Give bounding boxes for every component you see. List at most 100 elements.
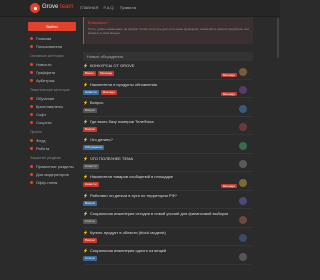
- post-tag[interactable]: Message: [100, 89, 117, 95]
- post-tag[interactable]: Новости: [83, 89, 99, 95]
- sidebar-item-arbitrage[interactable]: Арбитраж: [28, 76, 76, 84]
- news-icon: [30, 62, 33, 66]
- sidebar-item-offtopic[interactable]: Офф-топик: [28, 178, 76, 186]
- section-heading: Тематические категории: [30, 88, 70, 92]
- avatar[interactable]: [239, 123, 247, 132]
- post-row[interactable]: ⚡ Накопители и продукты обновления Новости…: [83, 80, 253, 98]
- post-row[interactable]: ⚡ Социальная инженерия одного из вещей Ста…: [83, 246, 253, 265]
- post-row[interactable]: ⚡ ЧТО ПОЛЕЗНЕЕ ТЕМА Новости: [83, 154, 253, 172]
- sidebar-item-private[interactable]: Приватные разделы: [28, 162, 76, 170]
- post-title-text: Накопители товаров сообщений в площадке: [89, 174, 173, 179]
- post-row[interactable]: ⚡ Где взять базу номеров ТелеФона Вопрос: [83, 117, 253, 135]
- sidebar-item-label: Приватные разделы: [36, 163, 74, 169]
- post-row[interactable]: ⚡ Социальная инженерия сегодня в новой ус…: [83, 209, 253, 228]
- login-button[interactable]: Войти: [28, 22, 76, 31]
- sidebar-item-mods[interactable]: Для модераторов: [28, 170, 76, 178]
- post-tag[interactable]: Вопрос: [83, 200, 98, 206]
- avatar[interactable]: [239, 160, 247, 169]
- nav-rules[interactable]: Правила: [120, 5, 136, 10]
- avatar[interactable]: [239, 141, 247, 150]
- post-tag[interactable]: Статья: [83, 256, 97, 261]
- post-tag[interactable]: Вопрос: [83, 126, 98, 132]
- soft-icon: [30, 112, 33, 116]
- section-heading: Основные категории: [30, 54, 64, 58]
- avatar[interactable]: [239, 67, 247, 76]
- post-tag[interactable]: Message: [98, 71, 115, 76]
- sidebar-item-label: Криптовалюты: [36, 103, 64, 109]
- sidebar-item-label: Обучение: [36, 95, 55, 101]
- post-tag[interactable]: Новости: [83, 163, 99, 169]
- chat-icon: [30, 180, 33, 184]
- sidebar-item-news[interactable]: Новости: [28, 60, 76, 68]
- avatar[interactable]: [239, 178, 247, 187]
- sidebar-item-learning[interactable]: Обучение: [28, 94, 76, 102]
- top-nav: ГЛАВНАЯ F.A.Q. Правила: [80, 5, 140, 10]
- sidebar-item-users[interactable]: Пользователи: [28, 42, 76, 50]
- post-row[interactable]: ⚡ Накопители товаров сообщений в площадке…: [83, 172, 253, 191]
- message-badge[interactable]: Message: [220, 73, 237, 77]
- post-title-text: ЧТО ПОЛЕЗНЕЕ ТЕМА: [89, 155, 134, 161]
- brand-name[interactable]: Grove team: [42, 4, 73, 10]
- post-last-activity: [217, 193, 247, 211]
- lightning-icon: ⚡: [83, 211, 88, 216]
- post-row[interactable]: ⚡ Работают ли деньги в пути по территории…: [83, 191, 253, 211]
- post-tag[interactable]: Важно: [83, 71, 97, 76]
- message-badge[interactable]: Message: [220, 184, 237, 188]
- avatar[interactable]: [239, 234, 247, 243]
- sidebar-item-home[interactable]: Главная: [28, 34, 76, 42]
- sidebar-item-flood[interactable]: Флуд: [28, 136, 76, 144]
- avatar[interactable]: [239, 215, 247, 224]
- post-title-text: Социальная инженерия одного из вещей: [89, 248, 167, 253]
- post-tag[interactable]: Вопрос: [83, 108, 98, 113]
- post-tag[interactable]: Статья: [83, 219, 97, 224]
- avatar[interactable]: [239, 197, 247, 206]
- sidebar-item-graffiti[interactable]: Граффити: [28, 68, 76, 76]
- avatar[interactable]: [239, 86, 247, 95]
- sidebar-item-label: Соцсети: [36, 119, 52, 125]
- welcome-title: Внимание!: [88, 20, 108, 25]
- post-list: ⚡ КОНКУРСЫ ОТ GROVE Важно Message Message ⚡ На…: [83, 61, 253, 265]
- sidebar-item-work[interactable]: Работа: [28, 144, 76, 152]
- avatar[interactable]: [239, 252, 247, 261]
- message-badge[interactable]: Message: [220, 91, 237, 96]
- welcome-notice: Внимание! Гость, добро пожаловать на фор…: [83, 17, 253, 44]
- post-tag[interactable]: Новости: [83, 182, 99, 187]
- lightning-icon: ⚡: [83, 248, 88, 253]
- brand-accent: team: [60, 4, 74, 10]
- scrollbar[interactable]: [277, 18, 279, 58]
- post-row[interactable]: ⚡ Что делать? Обсуждение: [83, 135, 253, 154]
- lightning-icon: ⚡: [83, 229, 88, 235]
- graffiti-icon: [30, 70, 33, 74]
- avatar[interactable]: [239, 104, 247, 113]
- post-row[interactable]: ⚡ Вопрос Вопрос: [83, 98, 253, 117]
- post-title-text: Накопители и продукты обновления: [89, 81, 158, 87]
- lightning-icon: ⚡: [83, 100, 88, 105]
- sidebar-item-label: Работа: [36, 145, 50, 151]
- post-title-text: КОНКУРСЫ ОТ GROVE: [89, 63, 135, 68]
- post-title-text: Социальная инженерия сегодня в новой уси…: [89, 211, 229, 216]
- sidebar-item-label: Софт: [36, 111, 47, 117]
- sidebar-item-crypto[interactable]: Криптовалюты: [28, 102, 76, 110]
- nav-home[interactable]: ГЛАВНАЯ: [80, 5, 98, 10]
- post-row[interactable]: ⚡ Купить продукт в области (block модели)…: [83, 228, 253, 246]
- post-title-text: Работают ли деньги в пути по территории …: [89, 192, 177, 198]
- sidebar-item-label: Офф-топик: [36, 179, 58, 185]
- sidebar-item-label: Главная: [36, 35, 52, 41]
- crypto-icon: [30, 104, 33, 108]
- sidebar-item-label: Граффити: [36, 69, 56, 75]
- social-icon: [30, 120, 33, 124]
- post-row[interactable]: ⚡ КОНКУРСЫ ОТ GROVE Важно Message Message: [83, 61, 253, 80]
- sidebar-item-social[interactable]: Соцсети: [28, 118, 76, 126]
- post-tag[interactable]: Вопрос: [83, 237, 98, 243]
- work-icon: [30, 146, 33, 150]
- post-last-activity: Message: [217, 63, 247, 81]
- sidebar-item-soft[interactable]: Софт: [28, 110, 76, 118]
- sidebar-item-label: Флуд: [36, 137, 46, 143]
- top-bar: Grove team ГЛАВНАЯ F.A.Q. Правила: [0, 0, 280, 17]
- nav-faq[interactable]: F.A.Q.: [103, 5, 114, 10]
- post-tag[interactable]: Обсуждение: [83, 145, 105, 150]
- main-content: Внимание! Гость, добро пожаловать на фор…: [83, 17, 253, 265]
- lightning-icon: ⚡: [83, 118, 88, 124]
- logo-icon[interactable]: [30, 3, 40, 13]
- post-last-activity: Message: [217, 174, 247, 192]
